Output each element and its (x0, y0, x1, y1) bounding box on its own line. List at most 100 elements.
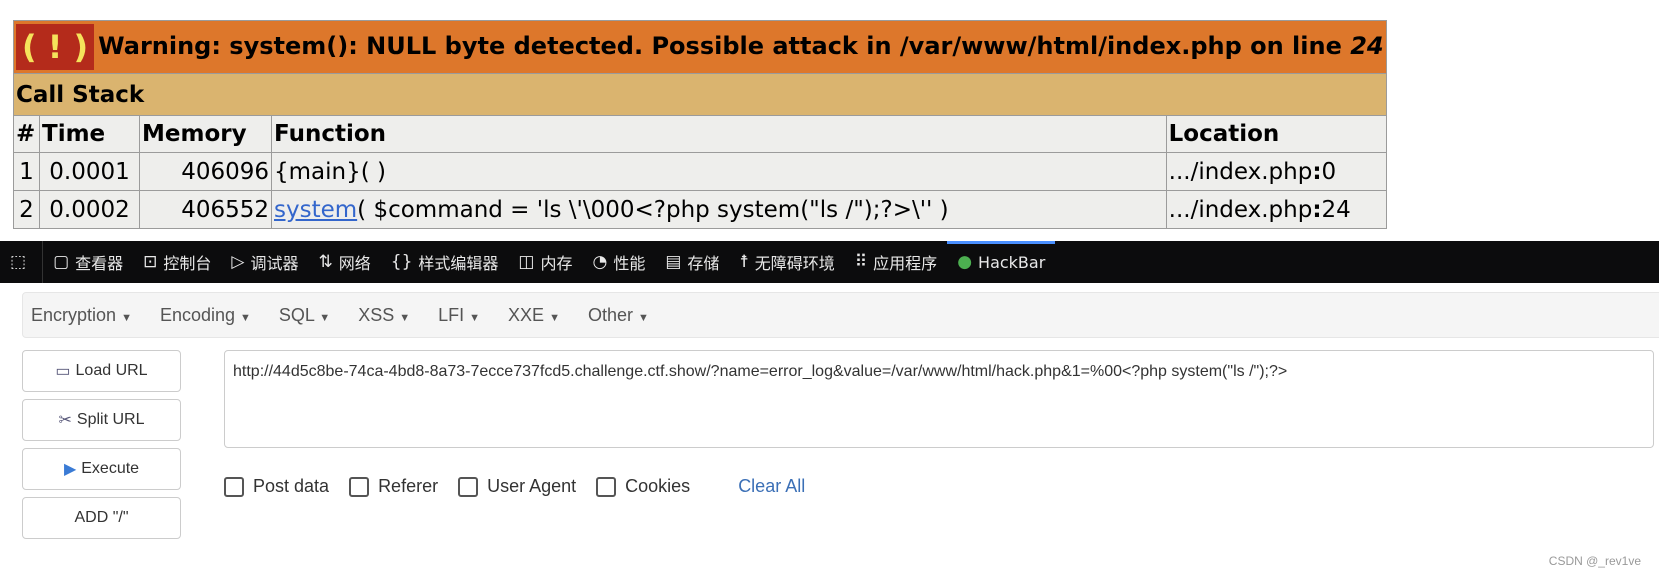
location-line: 0 (1321, 158, 1337, 185)
devtools-tab[interactable]: ▤ 存储 (655, 241, 729, 283)
tab-label: HackBar (978, 252, 1046, 272)
table-row: 2 0.0002 406552 system( $command = 'ls \… (13, 190, 1387, 229)
tab-label: 控制台 (163, 254, 212, 273)
cell-memory: 406096 (139, 152, 272, 191)
tab-label: 应用程序 (873, 254, 938, 273)
menu-xxe[interactable]: XXE ▼ (508, 305, 560, 326)
checkbox[interactable] (224, 476, 244, 497)
devtools-tab[interactable]: ● HackBar (947, 241, 1056, 283)
split-url-button[interactable]: ✂ Split URL (22, 399, 181, 441)
clear-all-link[interactable]: Clear All (738, 476, 805, 497)
devtools-tab[interactable]: ☨ 无障碍环境 (729, 241, 844, 283)
devtools-tab[interactable]: ⇅ 网络 (309, 241, 381, 283)
devtools-toolbar: ⬚ ▢ 查看器 ⊡ 控制台 ▷ 调试器 ⇅ 网络 {} 样式编辑器 ◫ 内存 ◔ 性能 ▤ 存储 ☨ 无障碍环境 ⠿… (0, 241, 1659, 283)
cell-number: 2 (13, 190, 40, 229)
option-checkbox[interactable]: User Agent (458, 476, 576, 497)
location-file: .../index.php (1168, 196, 1313, 223)
menu-label: XSS (358, 304, 395, 325)
function-args: ( $command = 'ls \'\000<?php system("ls … (357, 196, 949, 223)
caret-down-icon: ▼ (638, 311, 649, 324)
checkbox[interactable] (596, 476, 617, 497)
tab-label: 无障碍环境 (754, 254, 835, 273)
execute-button[interactable]: ▶ Execute (22, 448, 181, 490)
menu-other[interactable]: Other ▼ (588, 305, 649, 326)
function-doc-link[interactable]: system (274, 197, 357, 223)
caret-down-icon: ▼ (319, 311, 331, 324)
option-checkbox[interactable]: Cookies (596, 476, 690, 497)
tab-icon: ◔ (592, 252, 608, 272)
tab-icon: ● (957, 252, 973, 272)
button-label: Execute (81, 460, 140, 477)
devtools-tab[interactable]: ⠿ 应用程序 (845, 241, 947, 283)
devtools-tab[interactable]: ▷ 调试器 (221, 241, 308, 283)
option-label: User Agent (487, 476, 577, 496)
location-file: .../index.php (1168, 158, 1313, 185)
table-row: 1 0.0001 406096 {main}( ) .../index.php:… (13, 152, 1387, 191)
warning-row: ( ! ) Warning: system(): NULL byte detect… (13, 20, 1387, 74)
devtools-tab[interactable]: ◫ 内存 (508, 241, 582, 283)
cell-location: .../index.php:0 (1165, 152, 1387, 191)
tab-icon: ☨ (739, 252, 749, 272)
tab-icon: ▷ (231, 252, 245, 272)
menu-encryption[interactable]: Encryption ▼ (31, 305, 132, 326)
option-label: Referer (378, 476, 439, 496)
menu-sql[interactable]: SQL ▼ (279, 305, 330, 326)
menu-label: XXE (508, 304, 545, 325)
tab-icon: ⠿ (854, 252, 868, 272)
menu-label: Encryption (31, 304, 117, 325)
xdebug-error-table: ( ! ) Warning: system(): NULL byte detect… (13, 20, 1387, 229)
menu-lfi[interactable]: LFI ▼ (438, 305, 480, 326)
scissors-icon: ✂ (58, 412, 72, 429)
cell-time: 0.0001 (39, 152, 140, 191)
menu-encoding[interactable]: Encoding ▼ (160, 305, 251, 326)
option-checkbox[interactable]: Post data (224, 476, 329, 497)
menu-xss[interactable]: XSS ▼ (358, 305, 410, 326)
tab-icon: ◫ (518, 252, 535, 272)
checkbox[interactable] (349, 476, 370, 497)
button-label: ADD "/" (74, 509, 129, 526)
devtools-tab[interactable]: ⊡ 控制台 (133, 241, 221, 283)
cell-memory: 406552 (139, 190, 272, 229)
menu-label: Other (587, 304, 634, 325)
load-icon: ▭ (55, 363, 71, 380)
load-url-button[interactable]: ▭ Load URL (22, 350, 181, 392)
checkbox[interactable] (458, 476, 479, 497)
tab-icon: ▤ (665, 252, 682, 272)
option-label: Cookies (625, 476, 691, 496)
tab-icon: ⊡ (143, 252, 158, 272)
devtools-tab[interactable]: ◔ 性能 (583, 241, 656, 283)
options-row: Post data Referer User Agent Cookies Clear A… (224, 476, 805, 497)
col-function: Function (271, 115, 1167, 153)
col-memory: Memory (139, 115, 272, 153)
play-icon: ▶ (63, 461, 77, 478)
cell-number: 1 (13, 152, 40, 191)
tab-label: 查看器 (75, 254, 124, 273)
option-checkbox[interactable]: Referer (349, 476, 438, 497)
caret-down-icon: ▼ (469, 311, 481, 324)
hackbar-menu: Encryption ▼ Encoding ▼ SQL ▼ XSS ▼ LFI ▼ XXE… (22, 292, 1659, 338)
devtools-tab[interactable]: {} 样式编辑器 (381, 241, 509, 283)
pick-element-icon: ⬚ (10, 252, 27, 272)
tab-icon: ▢ (53, 252, 70, 272)
url-input[interactable]: http://44d5c8be-74ca-4bd8-8a73-7ecce737f… (224, 350, 1654, 448)
menu-label: LFI (438, 304, 465, 325)
tab-label: 存储 (687, 254, 720, 273)
button-label: Load URL (75, 362, 148, 379)
cell-location: .../index.php:24 (1165, 190, 1387, 229)
caret-down-icon: ▼ (399, 311, 411, 324)
warning-icon: ( ! ) (16, 24, 95, 70)
tab-label: 性能 (613, 254, 646, 273)
add-slash-button[interactable]: ADD "/" (22, 497, 181, 539)
element-picker-button[interactable]: ⬚ (0, 241, 44, 283)
warning-message: Warning: system(): NULL byte detected. P… (98, 32, 1351, 60)
cell-function: {main}( ) (271, 152, 1167, 191)
tab-label: 网络 (338, 254, 371, 273)
tab-label: 调试器 (250, 254, 299, 273)
watermark: CSDN @_rev1ve (1548, 554, 1641, 568)
cell-function: system( $command = 'ls \'\000<?php syste… (271, 190, 1167, 229)
tab-icon: {} (390, 252, 413, 272)
devtools-tab[interactable]: ▢ 查看器 (43, 241, 133, 283)
menu-label: Encoding (159, 304, 236, 325)
location-line: 24 (1321, 196, 1351, 223)
tab-label: 内存 (540, 254, 573, 273)
